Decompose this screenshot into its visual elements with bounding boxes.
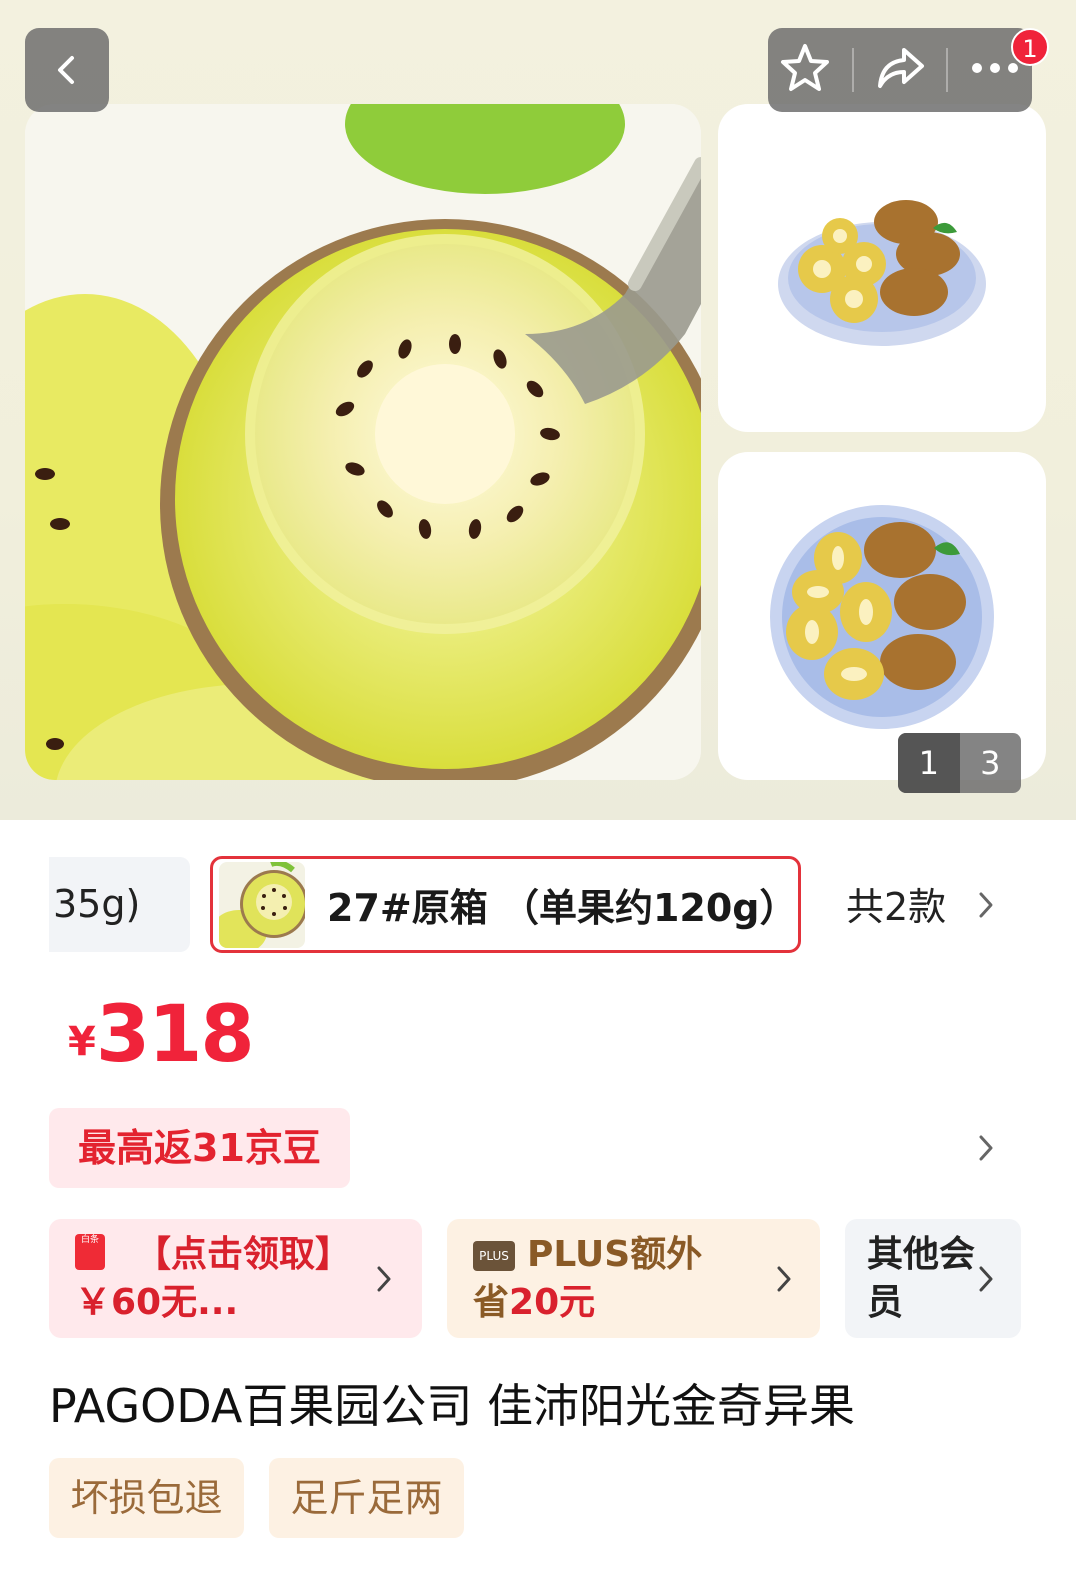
chevron-right-icon[interactable] [974, 1132, 998, 1164]
back-button[interactable] [25, 28, 109, 112]
chevron-left-icon [58, 56, 74, 84]
plus-label-line1: PLUS额外 [527, 1234, 703, 1275]
divider [946, 48, 949, 92]
gallery-pager: 1 3 [898, 733, 1021, 793]
rebate-badge[interactable]: 最高返31京豆 [49, 1108, 350, 1188]
pager-total: 3 [980, 744, 1001, 782]
variant-option-label: 35g) [53, 882, 141, 926]
price: ¥318 [68, 990, 255, 1080]
variant-count-link[interactable]: 共2款 [846, 876, 946, 931]
chevron-right-icon [979, 1266, 993, 1292]
service-tag[interactable]: 足斤足两 [269, 1458, 464, 1538]
variant-count-label: 共2款 [846, 885, 947, 929]
notification-badge: 1 [1011, 28, 1049, 66]
price-currency: ¥ [68, 1019, 96, 1065]
variant-selected-label: 27#原箱 （单果约120g） [327, 886, 798, 930]
chevron-right-icon [777, 1266, 791, 1292]
variant-thumbnail [219, 861, 305, 948]
product-gallery: 1 3 1 [0, 0, 1076, 820]
favorite-button[interactable] [777, 40, 833, 100]
plus-amount: 20元 [509, 1282, 596, 1323]
plus-label-prefix: 省 [473, 1282, 510, 1323]
header-actions [768, 28, 1032, 112]
kiwi-thumbnail-image [219, 861, 305, 948]
white-bar-coupon-label: 【点击领取】￥60无... [75, 1234, 352, 1323]
chevron-right-icon [377, 1266, 391, 1292]
chevron-right-icon[interactable] [974, 889, 998, 921]
main-product-image[interactable] [25, 104, 701, 780]
share-button[interactable] [872, 40, 928, 100]
plus-icon: PLUS [473, 1241, 515, 1271]
other-membership-card[interactable]: 其他会员 [845, 1219, 1021, 1338]
white-bar-coupon-card[interactable]: 白条 【点击领取】￥60无... [49, 1219, 422, 1338]
rebate-label: 最高返31京豆 [78, 1126, 321, 1170]
divider [851, 48, 854, 92]
gallery-thumbnail[interactable] [718, 104, 1046, 432]
star-icon [781, 44, 830, 91]
variant-option-selected[interactable]: 27#原箱 （单果约120g） [210, 856, 801, 953]
pager-current: 1 [898, 733, 960, 793]
price-value: 318 [95, 990, 255, 1080]
plus-discount-text: PLUS PLUS额外 省20元 [473, 1231, 763, 1327]
other-membership-label: 其他会员 [867, 1234, 976, 1323]
share-icon [877, 48, 924, 88]
variant-option[interactable]: 35g) [49, 857, 190, 952]
kiwi-plate-illustration [770, 505, 994, 729]
kiwi-half-illustration [25, 104, 701, 780]
gallery-thumbnail[interactable] [718, 452, 1046, 780]
plus-discount-card[interactable]: PLUS PLUS额外 省20元 [447, 1219, 820, 1338]
service-tag[interactable]: 坏损包退 [49, 1458, 244, 1538]
product-title: PAGODA百果园公司 佳沛阳光金奇异果 [49, 1379, 856, 1433]
iou-card-icon: 白条 [75, 1234, 105, 1270]
white-bar-coupon-text: 白条 【点击领取】￥60无... [75, 1231, 365, 1327]
kiwi-plate-illustration [778, 200, 986, 346]
